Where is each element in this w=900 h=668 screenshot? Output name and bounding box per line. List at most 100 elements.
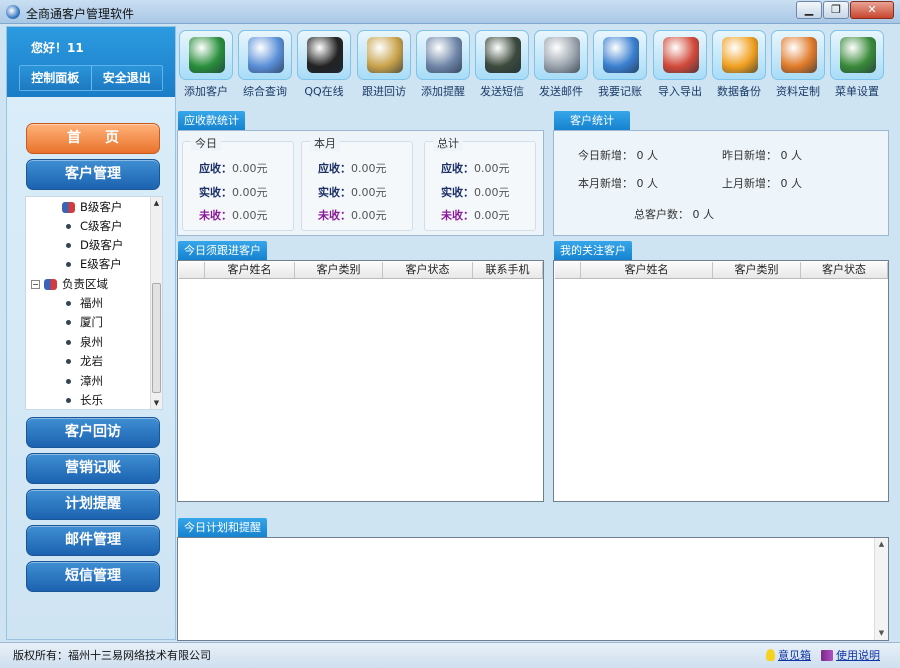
column-header[interactable] — [555, 262, 581, 278]
window-title: 全商通客户管理软件 — [26, 7, 135, 21]
toolbar-menu-settings-button[interactable]: 菜单设置 — [829, 30, 885, 102]
column-header[interactable] — [179, 262, 205, 278]
feedback-link[interactable]: 意见箱 — [766, 647, 811, 663]
title-bar: 全商通客户管理软件 ▁ ❐ ✕ — [0, 0, 900, 24]
toolbar-telephone-button[interactable]: 跟进回访 — [356, 30, 412, 102]
customer-group-icon — [62, 202, 75, 213]
group-title: 本月 — [310, 135, 340, 151]
tab-watched-customers[interactable]: 我的关注客户 — [554, 241, 632, 260]
app-logo-icon — [6, 5, 20, 19]
minimize-button[interactable]: ▁ — [796, 1, 822, 19]
toolbar-label: 综合查询 — [243, 85, 287, 98]
tree-item-root[interactable]: − 负责区域 — [31, 276, 108, 292]
toolbar-tile — [534, 30, 588, 80]
followup-table: 客户姓名 客户类别 客户状态 联系手机 — [177, 260, 544, 502]
user-actions: 控制面板 安全退出 — [19, 65, 163, 91]
month-new-stat: 本月新增： 0 人 — [578, 177, 658, 190]
tab-followup-customers[interactable]: 今日须跟进客户 — [178, 241, 267, 260]
nav-sms-button[interactable]: 短信管理 — [26, 561, 160, 592]
tree-item[interactable]: 泉州 — [66, 334, 103, 350]
tree-scrollbar[interactable]: ▲ ▼ — [150, 197, 162, 409]
toolbar-tile — [238, 30, 292, 80]
column-header[interactable]: 联系手机 — [473, 262, 543, 278]
tree-item[interactable]: D级客户 — [66, 237, 123, 253]
customer-tree: B级客户 C级客户 D级客户 E级客户 − 负责区域 福州 厦门 泉州 龙岩 漳州… — [25, 196, 163, 410]
toolbar-mobile-phone-button[interactable]: 发送短信 — [474, 30, 530, 102]
tab-today-plans[interactable]: 今日计划和提醒 — [178, 518, 267, 537]
column-header[interactable]: 客户类别 — [713, 262, 801, 278]
tree-item[interactable]: 龙岩 — [66, 353, 103, 369]
manual-link[interactable]: 使用说明 — [821, 647, 880, 663]
receivable-row: 应收：0.00元 — [441, 162, 510, 175]
toolbar: 添加客户 综合查询 QQ在线 跟进回访 添加提醒 发送短信 发送邮件 我要记账 导入导出 数据备份… — [178, 30, 890, 104]
toolbar-search-magnifier-button[interactable]: 综合查询 — [237, 30, 293, 102]
column-header[interactable]: 客户状态 — [801, 262, 888, 278]
scroll-up-icon[interactable]: ▲ — [151, 197, 162, 209]
help-links: 意见箱 使用说明 — [766, 647, 880, 663]
nav-home-button[interactable]: 首页 — [26, 123, 160, 154]
toolbar-reminder-button[interactable]: 添加提醒 — [415, 30, 471, 102]
nav-customer-visit-button[interactable]: 客户回访 — [26, 417, 160, 448]
toolbar-label: 跟进回访 — [362, 85, 406, 98]
nav-marketing-ledger-button[interactable]: 营销记账 — [26, 453, 160, 484]
tree-item[interactable]: 漳州 — [66, 373, 103, 389]
nav-plan-reminder-button[interactable]: 计划提醒 — [26, 489, 160, 520]
toolbar-tile — [593, 30, 647, 80]
today-plans-textarea[interactable]: ▲ ▼ — [177, 537, 889, 641]
receivables-today: 今日 应收：0.00元 实收：0.00元 未收：0.00元 — [182, 135, 294, 231]
tree-item[interactable]: E级客户 — [66, 256, 122, 272]
bullet-icon — [66, 379, 71, 384]
mobile-phone-icon — [485, 37, 521, 73]
toolbar-tile — [357, 30, 411, 80]
column-header[interactable]: 客户姓名 — [205, 262, 295, 278]
toolbar-label: 添加客户 — [184, 85, 228, 98]
toolbar-tools-button[interactable]: 资料定制 — [770, 30, 826, 102]
toolbar-add-customer-button[interactable]: 添加客户 — [178, 30, 234, 102]
control-panel-button[interactable]: 控制面板 — [20, 66, 91, 90]
tree-item[interactable]: 长乐 — [66, 392, 103, 408]
logout-button[interactable]: 安全退出 — [90, 66, 162, 90]
toolbar-newspaper-button[interactable]: 发送邮件 — [533, 30, 589, 102]
receivables-total: 总计 应收：0.00元 实收：0.00元 未收：0.00元 — [424, 135, 536, 231]
toolbar-qq-penguin-button[interactable]: QQ在线 — [296, 30, 352, 102]
bullet-icon — [66, 340, 71, 345]
maximize-button[interactable]: ❐ — [823, 1, 849, 19]
greeting: 您好！11 — [31, 41, 84, 55]
close-button[interactable]: ✕ — [850, 1, 894, 19]
toolbar-label: QQ在线 — [304, 85, 344, 98]
bullet-icon — [66, 359, 71, 364]
scroll-thumb[interactable] — [152, 283, 161, 393]
column-header[interactable]: 客户状态 — [383, 262, 473, 278]
tree-item[interactable]: C级客户 — [66, 218, 123, 234]
tab-receivables[interactable]: 应收款统计 — [178, 111, 245, 130]
scroll-down-icon[interactable]: ▼ — [151, 397, 162, 409]
toolbar-ledger-blocks-button[interactable]: 我要记账 — [592, 30, 648, 102]
window-controls: ▁ ❐ ✕ — [796, 1, 894, 19]
today-new-stat: 今日新增： 0 人 — [578, 149, 658, 162]
book-icon — [821, 649, 833, 661]
tree-item[interactable]: B级客户 — [62, 199, 122, 215]
toolbar-import-export-button[interactable]: 导入导出 — [652, 30, 708, 102]
newspaper-icon — [544, 37, 580, 73]
status-bar: 版权所有：福州十三易网络技术有限公司 意见箱 使用说明 — [0, 642, 900, 668]
plans-scrollbar[interactable]: ▲ ▼ — [874, 538, 888, 640]
column-header[interactable]: 客户类别 — [295, 262, 383, 278]
tree-item[interactable]: 福州 — [66, 295, 103, 311]
scroll-up-icon[interactable]: ▲ — [875, 538, 888, 551]
tab-customer-stats[interactable]: 客户统计 — [554, 111, 630, 130]
toolbar-backup-lightning-button[interactable]: 数据备份 — [711, 30, 767, 102]
table-header: 客户姓名 客户类别 客户状态 联系手机 — [179, 262, 543, 279]
collapse-toggle-icon[interactable]: − — [31, 280, 40, 289]
received-row: 实收：0.00元 — [199, 186, 268, 199]
toolbar-label: 导入导出 — [658, 85, 702, 98]
toolbar-tile — [475, 30, 529, 80]
toolbar-label: 我要记账 — [598, 85, 642, 98]
scroll-down-icon[interactable]: ▼ — [875, 627, 888, 640]
tree-item[interactable]: 厦门 — [66, 314, 103, 330]
nav-customer-management-button[interactable]: 客户管理 — [26, 159, 160, 190]
column-header[interactable]: 客户姓名 — [581, 262, 713, 278]
toolbar-label: 发送短信 — [480, 85, 524, 98]
search-magnifier-icon — [248, 37, 284, 73]
nav-email-button[interactable]: 邮件管理 — [26, 525, 160, 556]
received-row: 实收：0.00元 — [318, 186, 387, 199]
